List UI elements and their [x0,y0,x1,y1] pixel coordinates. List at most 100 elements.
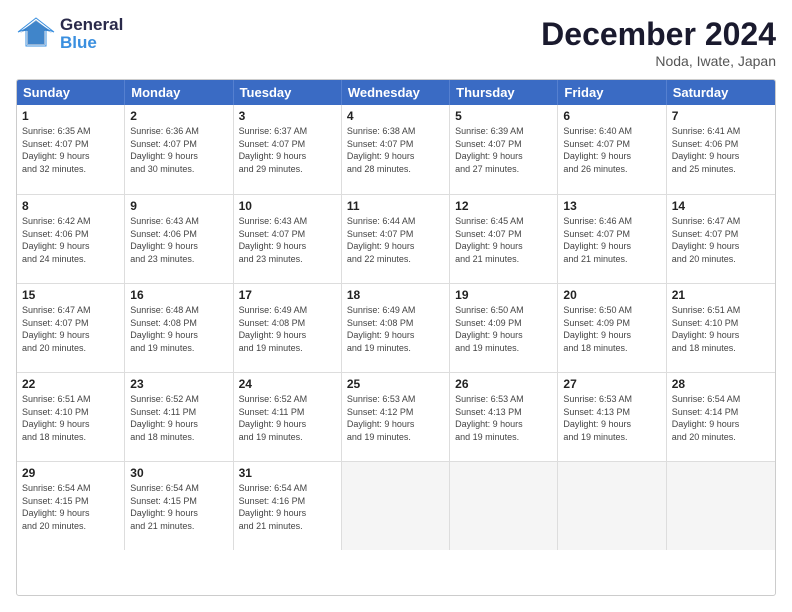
day-cell-empty [558,462,666,550]
day-number: 25 [347,377,444,391]
day-info: Sunrise: 6:54 AMSunset: 4:14 PMDaylight:… [672,393,770,443]
week-row-3: 15Sunrise: 6:47 AMSunset: 4:07 PMDayligh… [17,283,775,372]
header-day-tuesday: Tuesday [234,80,342,105]
location: Noda, Iwate, Japan [541,53,776,69]
day-cell-empty [342,462,450,550]
day-number: 4 [347,109,444,123]
day-info: Sunrise: 6:38 AMSunset: 4:07 PMDaylight:… [347,125,444,175]
day-number: 8 [22,199,119,213]
header: General Blue December 2024 Noda, Iwate, … [16,16,776,69]
day-cell-3: 3Sunrise: 6:37 AMSunset: 4:07 PMDaylight… [234,105,342,194]
day-cell-27: 27Sunrise: 6:53 AMSunset: 4:13 PMDayligh… [558,373,666,461]
day-cell-1: 1Sunrise: 6:35 AMSunset: 4:07 PMDaylight… [17,105,125,194]
header-day-thursday: Thursday [450,80,558,105]
day-info: Sunrise: 6:53 AMSunset: 4:13 PMDaylight:… [455,393,552,443]
day-info: Sunrise: 6:48 AMSunset: 4:08 PMDaylight:… [130,304,227,354]
day-info: Sunrise: 6:40 AMSunset: 4:07 PMDaylight:… [563,125,660,175]
day-number: 27 [563,377,660,391]
day-info: Sunrise: 6:51 AMSunset: 4:10 PMDaylight:… [22,393,119,443]
day-info: Sunrise: 6:45 AMSunset: 4:07 PMDaylight:… [455,215,552,265]
day-number: 26 [455,377,552,391]
day-cell-16: 16 Sunrise: 6:48 AMSunset: 4:08 PMDayligh… [125,284,233,372]
day-number: 24 [239,377,336,391]
day-info: Sunrise: 6:52 AMSunset: 4:11 PMDaylight:… [239,393,336,443]
day-info: Sunrise: 6:54 AMSunset: 4:15 PMDaylight:… [22,482,119,532]
day-number: 14 [672,199,770,213]
day-info: Sunrise: 6:47 AMSunset: 4:07 PMDaylight:… [672,215,770,265]
day-info: Sunrise: 6:52 AMSunset: 4:11 PMDaylight:… [130,393,227,443]
day-cell-22: 22 Sunrise: 6:51 AMSunset: 4:10 PMDayligh… [17,373,125,461]
page: General Blue December 2024 Noda, Iwate, … [0,0,792,612]
day-cell-15: 15Sunrise: 6:47 AMSunset: 4:07 PMDayligh… [17,284,125,372]
day-number: 30 [130,466,227,480]
day-number: 9 [130,199,227,213]
week-row-4: 22 Sunrise: 6:51 AMSunset: 4:10 PMDayligh… [17,372,775,461]
day-cell-23: 23 Sunrise: 6:52 AMSunset: 4:11 PMDayligh… [125,373,233,461]
day-cell-7: 7 Sunrise: 6:41 AMSunset: 4:06 PMDaylight… [667,105,775,194]
title-area: December 2024 Noda, Iwate, Japan [541,16,776,69]
header-day-friday: Friday [558,80,666,105]
day-number: 15 [22,288,119,302]
day-number: 7 [672,109,770,123]
day-cell-14: 14 Sunrise: 6:47 AMSunset: 4:07 PMDayligh… [667,195,775,283]
day-number: 5 [455,109,552,123]
day-number: 16 [130,288,227,302]
day-cell-2: 2Sunrise: 6:36 AMSunset: 4:07 PMDaylight… [125,105,233,194]
day-number: 28 [672,377,770,391]
logo-blue: Blue [60,34,123,52]
day-number: 20 [563,288,660,302]
calendar-header: SundayMondayTuesdayWednesdayThursdayFrid… [17,80,775,105]
day-cell-13: 13 Sunrise: 6:46 AMSunset: 4:07 PMDayligh… [558,195,666,283]
day-number: 10 [239,199,336,213]
day-number: 19 [455,288,552,302]
day-number: 23 [130,377,227,391]
day-cell-24: 24 Sunrise: 6:52 AMSunset: 4:11 PMDayligh… [234,373,342,461]
logo: General Blue [16,16,123,52]
day-cell-11: 11 Sunrise: 6:44 AMSunset: 4:07 PMDayligh… [342,195,450,283]
day-info: Sunrise: 6:41 AMSunset: 4:06 PMDaylight:… [672,125,770,175]
day-cell-empty [667,462,775,550]
header-day-monday: Monday [125,80,233,105]
day-number: 1 [22,109,119,123]
month-title: December 2024 [541,16,776,53]
day-info: Sunrise: 6:51 AMSunset: 4:10 PMDaylight:… [672,304,770,354]
week-row-5: 29 Sunrise: 6:54 AMSunset: 4:15 PMDayligh… [17,461,775,550]
day-number: 12 [455,199,552,213]
day-cell-17: 17 Sunrise: 6:49 AMSunset: 4:08 PMDayligh… [234,284,342,372]
day-info: Sunrise: 6:54 AMSunset: 4:16 PMDaylight:… [239,482,336,532]
header-day-sunday: Sunday [17,80,125,105]
day-info: Sunrise: 6:43 AMSunset: 4:07 PMDaylight:… [239,215,336,265]
day-cell-30: 30Sunrise: 6:54 AMSunset: 4:15 PMDayligh… [125,462,233,550]
day-info: Sunrise: 6:37 AMSunset: 4:07 PMDaylight:… [239,125,336,175]
day-info: Sunrise: 6:44 AMSunset: 4:07 PMDaylight:… [347,215,444,265]
day-number: 13 [563,199,660,213]
header-day-wednesday: Wednesday [342,80,450,105]
day-cell-21: 21Sunrise: 6:51 AMSunset: 4:10 PMDayligh… [667,284,775,372]
day-number: 11 [347,199,444,213]
day-cell-6: 6Sunrise: 6:40 AMSunset: 4:07 PMDaylight… [558,105,666,194]
day-info: Sunrise: 6:46 AMSunset: 4:07 PMDaylight:… [563,215,660,265]
day-cell-25: 25Sunrise: 6:53 AMSunset: 4:12 PMDayligh… [342,373,450,461]
day-info: Sunrise: 6:50 AMSunset: 4:09 PMDaylight:… [563,304,660,354]
day-number: 29 [22,466,119,480]
day-cell-empty [450,462,558,550]
day-number: 17 [239,288,336,302]
day-info: Sunrise: 6:43 AMSunset: 4:06 PMDaylight:… [130,215,227,265]
day-cell-31: 31 Sunrise: 6:54 AMSunset: 4:16 PMDayligh… [234,462,342,550]
day-cell-26: 26 Sunrise: 6:53 AMSunset: 4:13 PMDayligh… [450,373,558,461]
day-cell-18: 18Sunrise: 6:49 AMSunset: 4:08 PMDayligh… [342,284,450,372]
day-cell-12: 12 Sunrise: 6:45 AMSunset: 4:07 PMDayligh… [450,195,558,283]
day-cell-4: 4 Sunrise: 6:38 AMSunset: 4:07 PMDaylight… [342,105,450,194]
day-info: Sunrise: 6:42 AMSunset: 4:06 PMDaylight:… [22,215,119,265]
day-info: Sunrise: 6:49 AMSunset: 4:08 PMDaylight:… [239,304,336,354]
day-cell-9: 9 Sunrise: 6:43 AMSunset: 4:06 PMDaylight… [125,195,233,283]
header-day-saturday: Saturday [667,80,775,105]
day-number: 31 [239,466,336,480]
week-row-2: 8 Sunrise: 6:42 AMSunset: 4:06 PMDaylight… [17,194,775,283]
day-number: 22 [22,377,119,391]
day-cell-5: 5Sunrise: 6:39 AMSunset: 4:07 PMDaylight… [450,105,558,194]
calendar-body: 1Sunrise: 6:35 AMSunset: 4:07 PMDaylight… [17,105,775,550]
week-row-1: 1Sunrise: 6:35 AMSunset: 4:07 PMDaylight… [17,105,775,194]
day-cell-19: 19Sunrise: 6:50 AMSunset: 4:09 PMDayligh… [450,284,558,372]
day-cell-29: 29 Sunrise: 6:54 AMSunset: 4:15 PMDayligh… [17,462,125,550]
